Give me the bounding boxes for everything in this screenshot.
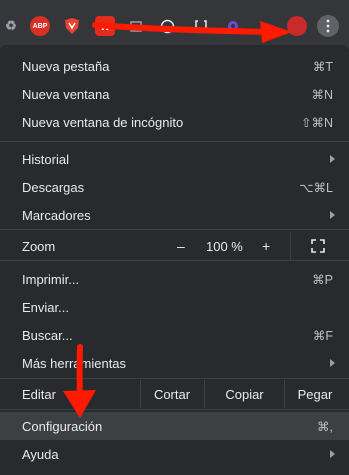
annotation-overlay — [63, 21, 292, 418]
horizontal-arrow-annotation — [92, 21, 292, 43]
vertical-arrow-annotation — [63, 344, 96, 418]
